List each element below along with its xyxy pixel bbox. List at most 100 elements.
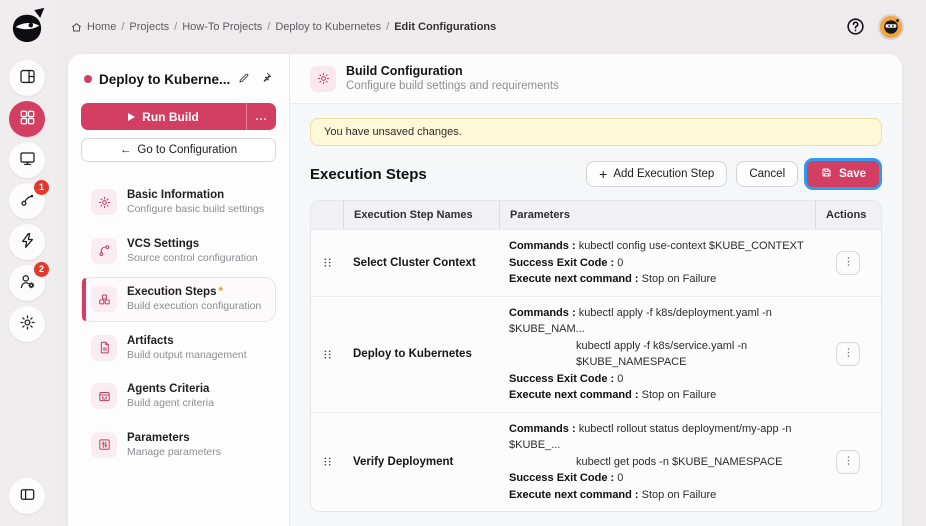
config-nav-item-execution-steps[interactable]: Execution Steps * Build execution configur… [81,277,276,322]
project-title-row: Deploy to Kuberne... [81,71,276,87]
parameter-line: Execute next command : Stop on Failure [509,488,717,501]
add-execution-step-button[interactable]: + Add Execution Step [586,161,728,187]
home-icon [70,21,83,34]
save-button[interactable]: Save [807,161,879,187]
nav-item-title: Artifacts [127,334,174,347]
section-actions: + Add Execution Step Cancel Save [586,161,882,187]
step-name: Verify Deployment [353,455,454,468]
breadcrumb-separator: / [174,21,178,33]
status-dot [84,75,92,83]
breadcrumb-item-home[interactable]: Home [87,21,116,33]
dashboard-layout-icon [18,67,37,89]
table-body: Select Cluster Context Commands : kubectl… [311,229,881,511]
run-build-split-button: Run Build ... [81,103,276,130]
step-name: Deploy to Kubernetes [353,348,472,360]
row-actions-button[interactable] [836,250,860,275]
table-header: Execution Step Names Parameters Actions [311,201,881,229]
app-logo[interactable] [7,7,47,47]
rail-item-activity[interactable] [9,224,45,260]
breadcrumb-item-deploy-to-kubernetes[interactable]: Deploy to Kubernetes [275,21,381,33]
question-circle-icon [845,18,866,40]
run-build-more-button[interactable]: ... [246,103,276,130]
user-avatar[interactable] [878,14,904,40]
config-nav-item-basic-information[interactable]: Basic Information Configure basic build s… [81,180,276,225]
nav-item-title: Basic Information [127,189,225,201]
nav-item-title: Execution Steps * [127,286,223,298]
user-gear-icon [18,272,37,294]
rail-item-users[interactable]: 2 [9,262,49,301]
content-area: Build Configuration Configure build sett… [290,54,902,526]
ninja-logo-icon [12,7,45,42]
help-button[interactable] [844,16,866,38]
file-icon [91,334,117,361]
unsaved-changes-banner: You have unsaved changes. [310,118,882,146]
go-to-configuration-button[interactable]: ← Go to Configuration [81,138,276,162]
rail-item-collapse-sidebar[interactable] [9,478,45,514]
edit-project-name-button[interactable] [237,71,251,87]
pipeline-hook-icon [18,190,37,212]
back-arrow-icon: ← [119,144,132,156]
config-nav-item-artifacts[interactable]: Artifacts Build output management [81,326,276,371]
pin-button[interactable] [259,71,273,87]
drag-handle-icon[interactable] [321,256,334,269]
build-config-gear-icon [310,65,336,92]
breadcrumb-item-projects[interactable]: Projects [129,21,169,33]
nav-item-subtitle: Build agent criteria [127,397,214,410]
parameter-line: Commands : kubectl config use-context $K… [509,240,804,252]
config-nav-item-vcs-settings[interactable]: VCS Settings Source control configuration [81,229,276,274]
row-actions-button[interactable] [836,342,860,366]
step-name: Select Cluster Context [353,256,476,269]
parameter-line: Commands : kubectl rollout status deploy… [509,422,792,452]
section-title: Execution Steps [310,165,427,183]
nav-item-title: VCS Settings [127,237,200,250]
rail-item-agents-monitor[interactable] [9,142,45,178]
drag-handle-icon[interactable] [321,455,334,468]
nav-item-subtitle: Source control configuration [127,251,258,264]
nav-item-subtitle: Configure basic build settings [127,203,265,216]
panel-left-icon [18,485,37,507]
execution-step-row-select-cluster-context: Select Cluster Context Commands : kubectl… [311,229,881,296]
execution-step-row-verify-deployment: Verify Deployment Commands : kubectl roll… [311,411,881,512]
kebab-menu-icon [842,454,855,470]
row-actions-button[interactable] [836,449,860,474]
kebab-menu-icon [842,255,855,271]
breadcrumb-separator: / [386,21,390,33]
run-build-button[interactable]: Run Build [81,103,246,130]
main-card: Deploy to Kuberne... Run Build ... ← Go … [68,54,902,526]
rail-item-pipelines[interactable]: 1 [9,180,49,219]
agent-card-icon [91,383,117,410]
execution-step-row-deploy-to-kubernetes: Deploy to Kubernetes Commands : kubectl a… [311,295,881,412]
gear-icon [91,189,117,216]
pencil-icon [237,73,251,88]
kebab-menu-icon [842,346,855,362]
config-nav-item-agents-criteria[interactable]: Agents Criteria Build agent criteria [81,374,276,419]
step-parameters: Commands : kubectl apply -f k8s/deployme… [499,297,815,412]
pushpin-icon [259,72,273,88]
branch-icon [91,237,117,264]
lightning-icon [18,231,37,253]
nav-item-title: Agents Criteria [127,383,210,395]
rail-item-dashboard[interactable] [9,60,45,96]
projects-grid-icon [18,108,37,130]
rail-item-settings[interactable] [9,306,45,342]
save-floppy-icon [820,166,833,182]
config-nav-item-parameters[interactable]: Parameters Manage parameters [81,423,276,468]
step-parameters: Commands : kubectl rollout status deploy… [499,413,815,512]
parameter-line: Success Exit Code : 0 [509,472,624,484]
blocks-icon [91,286,117,313]
parameter-line: Success Exit Code : 0 [509,256,624,269]
content-header: Build Configuration Configure build sett… [290,54,902,104]
primary-sidebar: 1 2 [0,0,54,526]
cancel-button[interactable]: Cancel [736,161,799,187]
rail-item-projects[interactable] [9,101,45,137]
page-subtitle: Configure build settings and requirement… [346,80,559,93]
sliders-icon [91,431,117,458]
nav-item-title: Parameters [127,431,190,444]
drag-handle-icon[interactable] [321,348,334,361]
parameter-line: Commands : kubectl apply -f k8s/deployme… [509,306,772,336]
breadcrumb-item-howto-projects[interactable]: How-To Projects [182,21,262,33]
column-header-actions: Actions [815,201,881,229]
section-header-row: Execution Steps + Add Execution Step Can… [310,161,882,187]
top-actions [844,14,904,40]
column-header-step-names: Execution Step Names [343,201,499,229]
